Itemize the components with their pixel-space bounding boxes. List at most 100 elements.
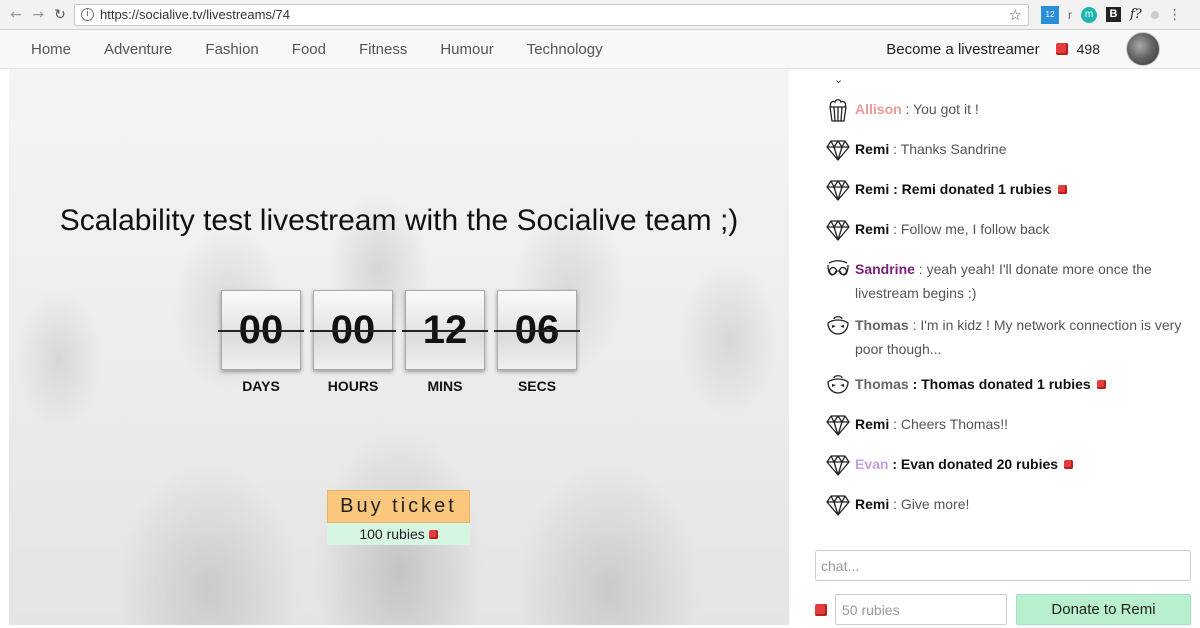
chat-username[interactable]: Sandrine (855, 261, 915, 277)
donation-text: : Thomas donated 1 rubies (908, 376, 1091, 392)
chat-message-body: Thomas : Thomas donated 1 rubies (855, 372, 1190, 396)
livestream-cover: Scalability test livestream with the Soc… (9, 69, 789, 625)
nav-humour[interactable]: Humour (440, 41, 493, 58)
mask-icon (825, 313, 851, 339)
function-extension-icon[interactable]: f? (1130, 7, 1142, 22)
countdown-mins-label: MINS (427, 378, 463, 394)
chat-message: Remi : Cheers Thomas!! (825, 412, 1190, 438)
countdown-secs: 06 SECS (494, 290, 580, 394)
countdown-mins-value: 12 (402, 290, 488, 370)
category-menu: Home Adventure Fashion Food Fitness Humo… (31, 41, 636, 58)
popcorn-icon (825, 97, 851, 123)
user-avatar[interactable] (1126, 32, 1160, 66)
countdown-hours: 00 HOURS (310, 290, 396, 394)
chat-username[interactable]: Evan (855, 456, 888, 472)
countdown-days-value: 00 (218, 290, 304, 370)
m-extension-icon[interactable]: m (1081, 6, 1097, 23)
menu-icon[interactable]: ⋮ (1168, 7, 1182, 23)
donate-row: Donate to Remi (815, 594, 1191, 625)
reload-icon[interactable]: ↻ (52, 7, 68, 23)
nav-home[interactable]: Home (31, 41, 71, 58)
chat-message: Thomas : Thomas donated 1 rubies (825, 372, 1190, 398)
site-navbar: Home Adventure Fashion Food Fitness Humo… (0, 30, 1200, 69)
chat-panel: ⌄ Allison : You got it ! Remi : Thanks Sa… (815, 69, 1196, 627)
chat-username[interactable]: Thomas (855, 376, 909, 392)
become-livestreamer-link[interactable]: Become a livestreamer (886, 41, 1039, 58)
chat-message: Remi : Remi donated 1 rubies (825, 177, 1190, 203)
chat-message: Evan : Evan donated 20 rubies (825, 452, 1190, 478)
mask-icon (825, 372, 851, 398)
ticket-widget: Buy ticket 100 rubies (327, 490, 470, 545)
b-extension-icon[interactable]: B (1106, 7, 1121, 22)
ruby-icon (1057, 185, 1067, 194)
chat-username[interactable]: Allison (855, 101, 902, 117)
chat-username[interactable]: Thomas (855, 317, 909, 333)
ruby-icon (815, 603, 827, 616)
dot-extension-icon[interactable] (1150, 10, 1159, 19)
chat-message-body: Remi : Remi donated 1 rubies (855, 177, 1190, 201)
ruby-icon (1055, 43, 1068, 55)
ruby-icon (1064, 460, 1074, 469)
address-bar[interactable]: i https://socialive.tv/livestreams/74 ☆ (74, 3, 1029, 26)
chat-message-text: : Give more! (889, 496, 970, 512)
donation-text: : Remi donated 1 rubies (889, 181, 1052, 197)
ruby-icon (1096, 380, 1106, 389)
back-icon[interactable]: ← (8, 7, 24, 23)
countdown-secs-value: 06 (494, 290, 580, 370)
chat-message: Remi : Give more! (825, 492, 1190, 518)
chat-message-body: Evan : Evan donated 20 rubies (855, 452, 1190, 476)
calendar-extension-icon[interactable]: 12 (1041, 5, 1059, 24)
ruby-icon (428, 530, 438, 539)
chat-username[interactable]: Remi (855, 221, 889, 237)
livestream-page: Scalability test livestream with the Soc… (0, 69, 1200, 627)
ticket-price: 100 rubies (327, 523, 470, 545)
chat-username[interactable]: Remi (855, 181, 889, 197)
diamond-icon (825, 412, 851, 438)
extensions-bar: 12 r m B f? ⋮ (1041, 5, 1182, 24)
chat-message: Remi : Thanks Sandrine (825, 137, 1190, 163)
browser-toolbar: ← → ↻ i https://socialive.tv/livestreams… (0, 0, 1200, 30)
diamond-icon (825, 177, 851, 203)
diamond-icon (825, 217, 851, 243)
nav-user-area: Become a livestreamer 498 (886, 30, 1160, 68)
chat-message: Thomas : I'm in kidz ! My network connec… (825, 313, 1190, 361)
countdown-days-label: DAYS (242, 378, 280, 394)
nav-fitness[interactable]: Fitness (359, 41, 407, 58)
chat-username[interactable]: Remi (855, 496, 889, 512)
r-extension-icon[interactable]: r (1068, 8, 1072, 22)
bookmark-star-icon[interactable]: ☆ (1009, 6, 1022, 24)
chat-message-body: Remi : Follow me, I follow back (855, 217, 1190, 241)
chat-message-text: : Follow me, I follow back (889, 221, 1050, 237)
chat-message-text: : Thanks Sandrine (889, 141, 1007, 157)
nav-food[interactable]: Food (292, 41, 326, 58)
nav-technology[interactable]: Technology (527, 41, 603, 58)
chat-message-body: Remi : Thanks Sandrine (855, 137, 1190, 161)
buy-ticket-button[interactable]: Buy ticket (327, 490, 470, 523)
nav-fashion[interactable]: Fashion (205, 41, 258, 58)
chevron-down-icon[interactable]: ⌄ (834, 73, 843, 86)
diamond-icon (825, 137, 851, 163)
donate-amount-input[interactable] (835, 594, 1007, 625)
countdown-hours-value: 00 (310, 290, 396, 370)
chat-message: Allison : You got it ! (825, 97, 1190, 123)
countdown-hours-label: HOURS (327, 378, 379, 394)
chat-username[interactable]: Remi (855, 416, 889, 432)
chat-message: Remi : Follow me, I follow back (825, 217, 1190, 243)
nav-adventure[interactable]: Adventure (104, 41, 172, 58)
stream-title: Scalability test livestream with the Soc… (59, 204, 739, 237)
forward-icon[interactable]: → (30, 7, 46, 23)
ruby-balance: 498 (1076, 41, 1100, 57)
diamond-icon (825, 492, 851, 518)
donate-button[interactable]: Donate to Remi (1016, 594, 1191, 625)
countdown-secs-label: SECS (517, 378, 557, 394)
glasses-icon (825, 257, 851, 283)
url-text: https://socialive.tv/livestreams/74 (100, 7, 291, 22)
chat-username[interactable]: Remi (855, 141, 889, 157)
chat-message-text: : You got it ! (901, 101, 979, 117)
chat-message-body: Sandrine : yeah yeah! I'll donate more o… (855, 257, 1190, 305)
countdown-timer: 00 DAYS 00 HOURS 12 MINS 06 SECS (218, 290, 580, 394)
chat-input[interactable] (815, 550, 1191, 581)
chat-message: Sandrine : yeah yeah! I'll donate more o… (825, 257, 1190, 305)
info-icon[interactable]: i (81, 8, 94, 21)
ticket-price-text: 100 rubies (359, 526, 425, 542)
